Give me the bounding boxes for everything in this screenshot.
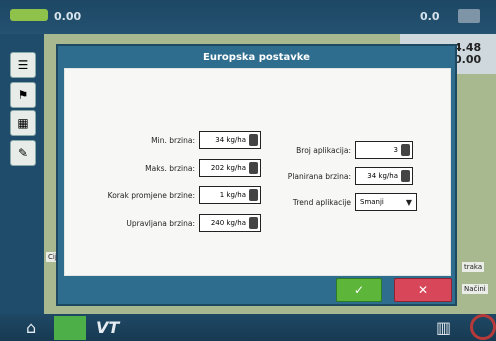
trend-aplikacije-value: Smanji (360, 198, 384, 206)
top-left-value: 0.00 (54, 10, 82, 23)
flag-icon[interactable]: ⚑ (10, 82, 36, 108)
keypad-icon (249, 134, 258, 146)
korak-promjene-value: 1 kg/ha (219, 191, 246, 199)
caret-down-icon: ▼ (405, 197, 412, 207)
korak-promjene-row: Korak promjene brzine: 1 kg/ha (93, 186, 261, 204)
keypad-icon (249, 162, 258, 174)
min-brzina-label: Min. brzina: (151, 135, 195, 145)
cancel-button[interactable]: ✕ (394, 278, 452, 302)
maks-brzina-label: Maks. brzina: (145, 163, 195, 173)
broj-aplikacija-value: 3 (393, 146, 398, 154)
top-right-value: 0.0 (420, 10, 440, 23)
green-tab[interactable] (54, 316, 86, 340)
maks-brzina-input[interactable]: 202 kg/ha (199, 159, 261, 177)
europska-postavke-dialog: Europska postavke Min. brzina: 34 kg/ha … (56, 44, 457, 306)
map-icon[interactable]: ▦ (10, 110, 36, 136)
planirana-brzina-row: Planirana brzina: 34 kg/ha (283, 167, 413, 185)
keypad-icon (401, 144, 410, 156)
stop-icon[interactable] (470, 314, 496, 340)
keypad-icon (249, 189, 258, 201)
broj-aplikacija-input[interactable]: 3 (355, 141, 413, 159)
status-icon (458, 9, 480, 23)
maks-brzina-value: 202 kg/ha (210, 164, 246, 172)
list-icon[interactable]: ☰ (10, 52, 36, 78)
grid-icon[interactable]: ▥ (436, 318, 451, 337)
trend-aplikacije-row: Trend aplikacije Smanji ▼ (283, 193, 417, 211)
right-panel-line2: 0.00 (454, 53, 482, 66)
trend-aplikacije-label: Trend aplikacije (292, 197, 351, 207)
dialog-title: Europska postavke (203, 51, 310, 63)
min-brzina-input[interactable]: 34 kg/ha (199, 131, 261, 149)
min-brzina-row: Min. brzina: 34 kg/ha (121, 131, 261, 149)
brand-logo (10, 9, 48, 21)
planirana-brzina-value: 34 kg/ha (367, 172, 398, 180)
min-brzina-value: 34 kg/ha (215, 136, 246, 144)
vt-icon[interactable]: VT (96, 318, 119, 337)
pen-icon[interactable]: ✎ (10, 140, 36, 166)
confirm-button[interactable]: ✓ (336, 278, 382, 302)
bg-label-traka: traka (462, 262, 485, 272)
broj-aplikacija-row: Broj aplikacija: 3 (283, 141, 413, 159)
left-sidebar: ☰ ⚑ ▦ ✎ (0, 34, 44, 314)
right-panel-values: 4.48 0.00 (454, 42, 481, 66)
korak-promjene-label: Korak promjene brzine: (107, 190, 195, 200)
upravljana-brzina-value: 240 kg/ha (210, 219, 246, 227)
upravljana-brzina-input[interactable]: 240 kg/ha (199, 214, 261, 232)
planirana-brzina-input[interactable]: 34 kg/ha (355, 167, 413, 185)
upravljana-brzina-row: Upravljana brzina: 240 kg/ha (121, 214, 261, 232)
home-icon[interactable]: ⌂ (26, 318, 36, 337)
broj-aplikacija-label: Broj aplikacija: (296, 145, 351, 155)
planirana-brzina-label: Planirana brzina: (287, 171, 351, 181)
bg-label-nacini: Načini (462, 284, 488, 294)
maks-brzina-row: Maks. brzina: 202 kg/ha (121, 159, 261, 177)
dialog-body: Min. brzina: 34 kg/ha Maks. brzina: 202 … (64, 68, 451, 276)
keypad-icon (401, 170, 410, 182)
korak-promjene-input[interactable]: 1 kg/ha (199, 186, 261, 204)
upravljana-brzina-label: Upravljana brzina: (126, 218, 195, 228)
trend-aplikacije-select[interactable]: Smanji ▼ (355, 193, 417, 211)
keypad-icon (249, 217, 258, 229)
